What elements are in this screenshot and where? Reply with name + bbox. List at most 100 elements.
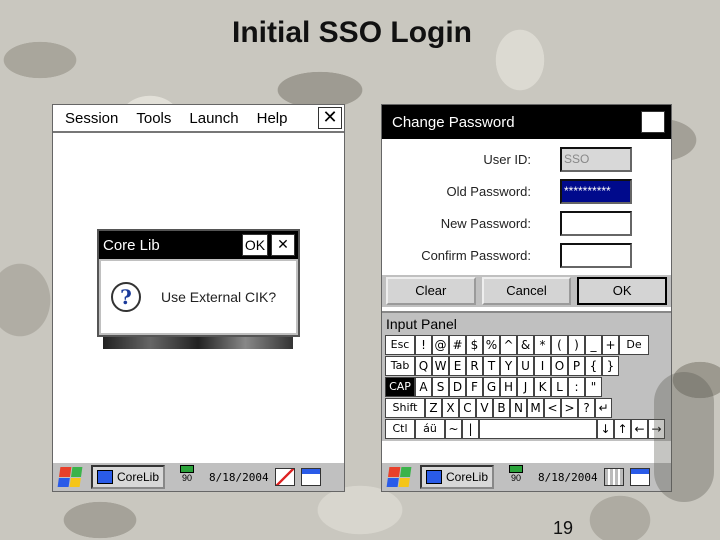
- taskbar-app-button[interactable]: CoreLib: [420, 465, 495, 489]
- key[interactable]: X: [442, 398, 459, 418]
- ok-button[interactable]: OK: [577, 277, 668, 305]
- confirm-password-field[interactable]: [560, 243, 632, 268]
- key[interactable]: B: [493, 398, 510, 418]
- key[interactable]: CAP: [385, 377, 415, 397]
- page-number: 19: [552, 518, 574, 538]
- key[interactable]: :: [568, 377, 585, 397]
- key[interactable]: Esc: [385, 335, 415, 355]
- key[interactable]: A: [415, 377, 432, 397]
- key[interactable]: P: [568, 356, 585, 376]
- key[interactable]: O: [551, 356, 568, 376]
- key[interactable]: áü: [415, 419, 445, 439]
- key[interactable]: ↓: [597, 419, 614, 439]
- key[interactable]: F: [466, 377, 483, 397]
- key-space[interactable]: [479, 419, 597, 439]
- key[interactable]: G: [483, 377, 500, 397]
- ok-button[interactable]: OK: [242, 234, 268, 256]
- windows-start-icon[interactable]: [386, 467, 412, 487]
- dialog-titlebar: Core Lib OK ✕: [99, 231, 298, 259]
- windows-start-icon[interactable]: [57, 467, 83, 487]
- taskbar-date[interactable]: 8/18/2004: [538, 471, 598, 484]
- key[interactable]: <: [544, 398, 561, 418]
- key[interactable]: }: [602, 356, 619, 376]
- user-id-field[interactable]: SSO: [560, 147, 632, 172]
- keyboard-row: Ctl áü ~ | ↓ ↑ ← →: [385, 419, 668, 440]
- slide-title: Initial SSO Login: [232, 16, 472, 49]
- old-password-field[interactable]: **********: [560, 179, 632, 204]
- switch-window-icon[interactable]: [300, 468, 321, 486]
- key[interactable]: {: [585, 356, 602, 376]
- close-icon[interactable]: ✕: [641, 111, 665, 133]
- key[interactable]: L: [551, 377, 568, 397]
- key[interactable]: J: [517, 377, 534, 397]
- taskbar-date[interactable]: 8/18/2004: [209, 471, 269, 484]
- key[interactable]: >: [561, 398, 578, 418]
- key[interactable]: Tab: [385, 356, 415, 376]
- menu-tools[interactable]: Tools: [127, 110, 180, 127]
- key[interactable]: ): [568, 335, 585, 355]
- key[interactable]: N: [510, 398, 527, 418]
- switch-window-icon[interactable]: [629, 468, 650, 486]
- app-icon: [97, 470, 113, 484]
- key[interactable]: W: [432, 356, 449, 376]
- key[interactable]: De: [619, 335, 649, 355]
- key[interactable]: Z: [425, 398, 442, 418]
- menu-launch[interactable]: Launch: [180, 110, 247, 127]
- close-icon[interactable]: ✕: [271, 234, 295, 256]
- old-password-label: Old Password:: [446, 184, 531, 199]
- key[interactable]: I: [534, 356, 551, 376]
- keyboard-icon[interactable]: [603, 468, 624, 486]
- key[interactable]: M: [527, 398, 544, 418]
- taskbar-app-button[interactable]: CoreLib: [91, 465, 166, 489]
- left-device-screen: Session Tools Launch Help ✕ Core Lib OK …: [52, 104, 345, 492]
- new-password-field[interactable]: [560, 211, 632, 236]
- key[interactable]: Y: [500, 356, 517, 376]
- input-panel-title: Input Panel: [386, 316, 457, 332]
- key[interactable]: ←: [631, 419, 648, 439]
- menu-bar: Session Tools Launch Help ✕: [53, 105, 344, 133]
- close-icon[interactable]: ✕: [318, 107, 342, 129]
- key[interactable]: %: [483, 335, 500, 355]
- key[interactable]: $: [466, 335, 483, 355]
- key[interactable]: ↵: [595, 398, 612, 418]
- battery-icon[interactable]: 90: [506, 465, 526, 489]
- key[interactable]: *: [534, 335, 551, 355]
- clear-button[interactable]: Clear: [386, 277, 476, 305]
- taskbar: CoreLib 90 8/18/2004: [382, 461, 671, 491]
- key[interactable]: R: [466, 356, 483, 376]
- battery-label: 90: [182, 473, 193, 483]
- key[interactable]: !: [415, 335, 432, 355]
- key[interactable]: ↑: [614, 419, 631, 439]
- key[interactable]: Shift: [385, 398, 425, 418]
- taskbar-app-label: CoreLib: [117, 470, 160, 484]
- key[interactable]: V: [476, 398, 493, 418]
- key[interactable]: ": [585, 377, 602, 397]
- pen-input-icon[interactable]: [274, 468, 295, 486]
- key[interactable]: D: [449, 377, 466, 397]
- key[interactable]: K: [534, 377, 551, 397]
- cancel-button[interactable]: Cancel: [481, 277, 572, 305]
- key[interactable]: &: [517, 335, 534, 355]
- key[interactable]: Ctl: [385, 419, 415, 439]
- key[interactable]: ~: [445, 419, 462, 439]
- menu-help[interactable]: Help: [248, 110, 297, 127]
- key[interactable]: _: [585, 335, 602, 355]
- menu-session[interactable]: Session: [53, 110, 127, 127]
- key[interactable]: C: [459, 398, 476, 418]
- key[interactable]: (: [551, 335, 568, 355]
- key[interactable]: U: [517, 356, 534, 376]
- key[interactable]: S: [432, 377, 449, 397]
- key[interactable]: H: [500, 377, 517, 397]
- new-password-row: New Password:: [382, 211, 671, 237]
- key[interactable]: @: [432, 335, 449, 355]
- key[interactable]: ?: [578, 398, 595, 418]
- key[interactable]: #: [449, 335, 466, 355]
- battery-icon[interactable]: 90: [177, 465, 197, 489]
- key[interactable]: ^: [500, 335, 517, 355]
- key[interactable]: T: [483, 356, 500, 376]
- key[interactable]: Q: [415, 356, 432, 376]
- key[interactable]: +: [602, 335, 619, 355]
- insignia-watermark: [654, 372, 714, 502]
- key[interactable]: |: [462, 419, 479, 439]
- key[interactable]: E: [449, 356, 466, 376]
